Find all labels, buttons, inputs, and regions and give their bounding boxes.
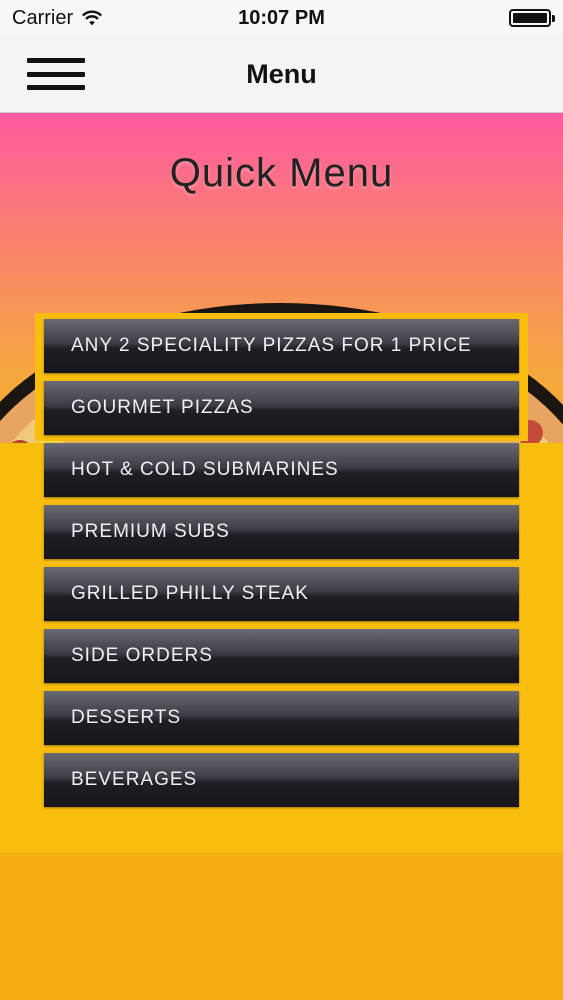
menu-item-label: GOURMET PIZZAS [71,397,254,418]
carrier-label: Carrier [12,6,74,29]
menu-list: ANY 2 SPECIALITY PIZZAS FOR 1 PRICE GOUR… [35,313,528,809]
menu-item-label: DESSERTS [71,707,182,728]
nav-bar: Menu [0,36,563,113]
menu-item-label: PREMIUM SUBS [71,521,230,542]
menu-item-desserts[interactable]: DESSERTS [35,685,528,747]
menu-item-premium-subs[interactable]: PREMIUM SUBS [35,499,528,561]
menu-item-label: HOT & COLD SUBMARINES [71,459,339,480]
menu-item-beverages[interactable]: BEVERAGES [35,747,528,809]
status-bar: Carrier 10:07 PM [0,0,563,36]
quick-menu-title: Quick Menu [169,151,394,195]
menu-item-label: GRILLED PHILLY STEAK [71,583,309,604]
wifi-icon [82,10,103,26]
menu-item-label: SIDE ORDERS [71,645,213,666]
menu-item-philly-steak[interactable]: GRILLED PHILLY STEAK [35,561,528,623]
menu-item-specialty-pizzas[interactable]: ANY 2 SPECIALITY PIZZAS FOR 1 PRICE [35,313,528,375]
menu-item-submarines[interactable]: HOT & COLD SUBMARINES [35,437,528,499]
hamburger-menu-icon[interactable] [27,58,85,90]
menu-item-side-orders[interactable]: SIDE ORDERS [35,623,528,685]
menu-item-label: ANY 2 SPECIALITY PIZZAS FOR 1 PRICE [71,335,472,356]
menu-item-gourmet-pizzas[interactable]: GOURMET PIZZAS [35,375,528,437]
status-right [509,9,555,27]
status-left: Carrier [12,7,509,30]
battery-icon [509,9,555,27]
main-content: Quick Menu ANY 2 SPECIALITY PIZZAS FOR 1… [0,113,563,1000]
bottom-strip [0,853,563,1000]
menu-item-label: BEVERAGES [71,769,198,790]
